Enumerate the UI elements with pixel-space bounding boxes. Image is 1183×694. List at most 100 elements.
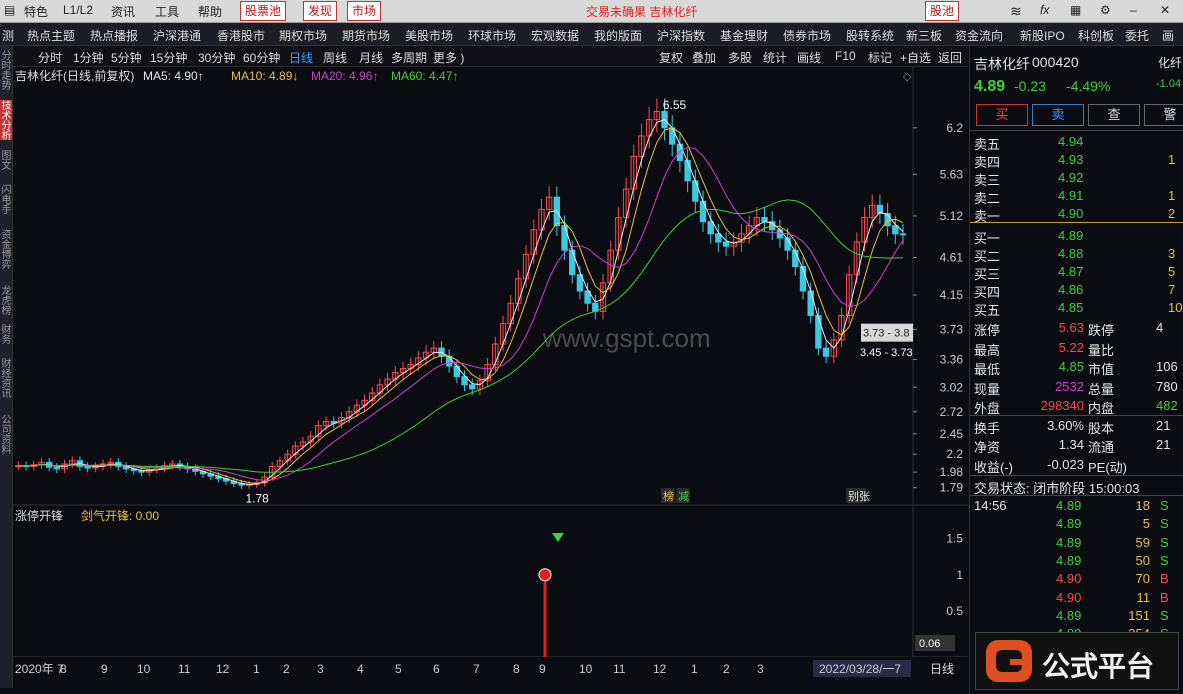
nav-item[interactable]: 债券市场 bbox=[783, 27, 831, 44]
left-tab[interactable]: 技术分析 bbox=[0, 100, 12, 140]
menu-item[interactable]: 帮助 bbox=[198, 3, 222, 20]
buy-button[interactable]: 买 bbox=[976, 104, 1028, 126]
period-tab[interactable]: 15分钟 bbox=[150, 49, 187, 66]
nav-item[interactable]: 资金流向 bbox=[955, 27, 1003, 44]
formula-icon[interactable]: fx bbox=[1040, 3, 1049, 17]
nav-item[interactable]: 新三板 bbox=[906, 27, 942, 44]
left-tab[interactable]: 公司资料 bbox=[0, 414, 12, 454]
toolbar-button[interactable]: 返回 bbox=[938, 49, 962, 66]
tick-volume: 50 bbox=[1135, 552, 1150, 568]
layers-icon[interactable]: ≋ bbox=[1010, 3, 1022, 20]
toolbar-button[interactable]: +自选 bbox=[900, 49, 931, 66]
close-icon[interactable]: ✕ bbox=[1160, 3, 1170, 17]
minimize-icon[interactable]: – bbox=[1130, 3, 1137, 17]
tick-side: B bbox=[1160, 571, 1169, 587]
period-tab[interactable]: 日线 bbox=[289, 49, 313, 66]
toolbar-button[interactable]: F10 bbox=[835, 49, 856, 63]
nav-item[interactable]: 美股市场 bbox=[405, 27, 453, 44]
left-tab[interactable]: 资金博弈 bbox=[0, 229, 12, 269]
nav-item[interactable]: 热点主题 bbox=[27, 27, 75, 44]
menu-item[interactable]: 工具 bbox=[155, 3, 179, 20]
nav-item[interactable]: 期权市场 bbox=[279, 27, 327, 44]
nav-item[interactable]: 委托 bbox=[1125, 27, 1149, 44]
stat-value: 21 bbox=[1156, 437, 1171, 452]
stock-pool-button[interactable]: 股池 bbox=[925, 1, 960, 21]
nav-item[interactable]: 宏观数据 bbox=[531, 27, 579, 44]
order-book-row[interactable]: 买五 4.85 10 bbox=[970, 298, 1183, 318]
nav-item[interactable]: 测 bbox=[2, 27, 14, 44]
event-marker-label: 榜 bbox=[663, 489, 674, 503]
nav-item[interactable]: 沪深指数 bbox=[657, 27, 705, 44]
stock-pool-tab[interactable]: 股票池 bbox=[240, 1, 287, 21]
nav-item[interactable]: 我的版面 bbox=[594, 27, 642, 44]
order-book-row[interactable]: 卖一 4.90 2 bbox=[970, 204, 1183, 224]
toolbar-button[interactable]: 复权 bbox=[659, 49, 683, 66]
period-tab[interactable]: 分时 bbox=[38, 49, 62, 66]
app-logo-icon[interactable]: ▤ bbox=[4, 3, 15, 17]
nav-item[interactable]: 新股IPO bbox=[1020, 27, 1065, 44]
left-tab[interactable]: 财务 bbox=[0, 324, 12, 344]
nav-item[interactable]: 沪深港通 bbox=[153, 27, 201, 44]
stat-value: 2532 bbox=[1055, 378, 1084, 394]
nav-item[interactable]: 股转系统 bbox=[846, 27, 894, 44]
market-tab[interactable]: 市场 bbox=[347, 1, 382, 21]
left-tab[interactable]: 分时走势 bbox=[0, 50, 12, 90]
x-tick-label: 11 bbox=[613, 662, 626, 676]
order-book-row[interactable]: 买三 4.87 5 bbox=[970, 262, 1183, 282]
kline-chart[interactable]: 6.2 5.63 5.12 4.61 4.15 3.73 3.36 3.02 2.72 2.45 2… bbox=[13, 67, 968, 687]
nav-item[interactable]: 期货市场 bbox=[342, 27, 390, 44]
period-tab[interactable]: 周线 bbox=[323, 49, 347, 66]
nav-item[interactable]: 科创板 bbox=[1078, 27, 1114, 44]
order-level-price: 4.88 bbox=[1058, 246, 1084, 261]
stock-name: 吉林化纤 bbox=[974, 56, 1030, 72]
left-tab[interactable]: 龙虎榜 bbox=[0, 285, 12, 315]
left-tab[interactable]: 财经资讯 bbox=[0, 358, 12, 398]
period-tab[interactable]: 1分钟 bbox=[73, 49, 104, 66]
stat-value: 106 bbox=[1156, 359, 1178, 374]
nav-item[interactable]: 香港股市 bbox=[217, 27, 265, 44]
period-tab[interactable]: 5分钟 bbox=[111, 49, 142, 66]
indicator-value: 剑气开锋: 0.00 bbox=[81, 508, 159, 523]
order-book-row[interactable]: 买二 4.88 3 bbox=[970, 244, 1183, 264]
period-tab[interactable]: 更多 ) bbox=[433, 49, 464, 66]
period-tab[interactable]: 多周期 bbox=[391, 49, 427, 66]
toolbar-button[interactable]: 多股 bbox=[728, 49, 752, 66]
low-annotation: 1.78 bbox=[245, 491, 269, 505]
menu-item[interactable]: L1/L2 bbox=[63, 3, 93, 17]
nav-item[interactable]: 热点播报 bbox=[90, 27, 138, 44]
order-book-row[interactable]: 买一 4.89 bbox=[970, 226, 1183, 246]
order-book-row[interactable]: 卖二 4.91 1 bbox=[970, 186, 1183, 206]
ma-legend: MA5: 4.90↑ bbox=[143, 69, 204, 83]
toolbar-button[interactable]: 统计 bbox=[763, 49, 787, 66]
layout-icon[interactable]: ▦ bbox=[1070, 3, 1081, 17]
collapse-icon[interactable]: ◇ bbox=[903, 71, 912, 83]
period-tab[interactable]: 60分钟 bbox=[243, 49, 280, 66]
toolbar-button[interactable]: 标记 bbox=[868, 49, 892, 66]
stat-label: 现量 bbox=[974, 381, 1001, 397]
nav-item[interactable]: 基金理财 bbox=[720, 27, 768, 44]
period-label[interactable]: 日线 bbox=[930, 662, 954, 676]
stat-label: 换手 bbox=[974, 420, 1001, 436]
discover-tab[interactable]: 发现 bbox=[303, 1, 338, 21]
period-tab[interactable]: 30分钟 bbox=[198, 49, 235, 66]
toolbar-button[interactable]: 画线 bbox=[797, 49, 821, 66]
trade-buttons: 买卖查警 bbox=[976, 104, 1183, 126]
alert-button[interactable]: 警 bbox=[1144, 104, 1183, 126]
nav-item[interactable]: 画 bbox=[1162, 27, 1174, 44]
left-tab[interactable]: 图文 bbox=[0, 150, 12, 170]
menu-item[interactable]: 特色 bbox=[24, 3, 48, 20]
menu-item[interactable]: 资讯 bbox=[111, 3, 135, 20]
nav-item[interactable]: 环球市场 bbox=[468, 27, 516, 44]
toolbar-button[interactable]: 叠加 bbox=[692, 49, 716, 66]
tick-list[interactable]: 14:56 4.89 18 S 4.89 5 S 4.89 59 S 4.89 50 S 4.90 70 B 4… bbox=[970, 496, 1183, 641]
order-book-row[interactable]: 卖五 4.94 bbox=[970, 132, 1183, 152]
query-button[interactable]: 查 bbox=[1088, 104, 1140, 126]
sell-button[interactable]: 卖 bbox=[1032, 104, 1084, 126]
gear-icon[interactable]: ⚙ bbox=[1100, 3, 1111, 17]
order-book-row[interactable]: 卖四 4.93 1 bbox=[970, 150, 1183, 170]
left-tab[interactable]: 闪电手 bbox=[0, 184, 12, 214]
order-book-row[interactable]: 买四 4.86 7 bbox=[970, 280, 1183, 300]
x-tick-label: 3 bbox=[757, 662, 764, 676]
period-tab[interactable]: 月线 bbox=[359, 49, 383, 66]
order-book-row[interactable]: 卖三 4.92 bbox=[970, 168, 1183, 188]
